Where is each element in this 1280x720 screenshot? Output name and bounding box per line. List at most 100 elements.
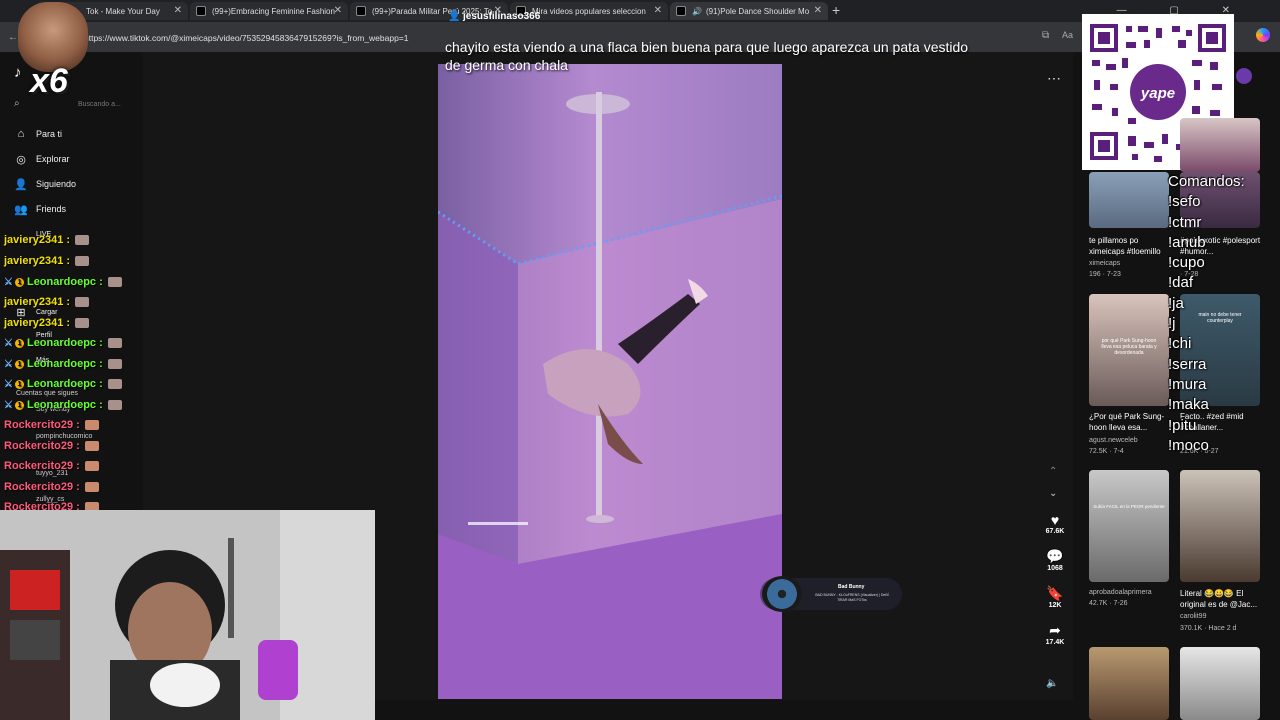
chat-message: Rockercito29 : [4, 460, 99, 472]
video-caption[interactable]: ¿Por qué Park Sung-hoon lleva esa... [1089, 411, 1175, 433]
subscriber-badge-icon: 1 [14, 277, 24, 287]
sword-badge-icon: ⚔ [4, 399, 13, 411]
tiktok-favicon-icon [356, 6, 366, 16]
emote-icon [75, 235, 90, 245]
sword-badge-icon: ⚔ [4, 337, 13, 349]
save-button[interactable]: 🔖 12K [1040, 585, 1070, 609]
chat-message: ⚔ 1 Leonardoepc : [4, 276, 122, 288]
volume-icon[interactable]: 🔈 [1046, 678, 1058, 689]
stream-overlay-text: chayito esta viendo a una flaca bien bue… [445, 39, 969, 73]
comment-button[interactable]: 💬 1068 [1040, 548, 1070, 572]
multiplier-badge: x6 [30, 62, 68, 100]
close-tab-icon[interactable]: ✕ [814, 5, 822, 16]
chat-message: Rockercito29 : [4, 419, 99, 431]
video-thumbnail[interactable] [1089, 647, 1169, 720]
chat-message: javiery2341 : [4, 234, 90, 246]
video-thumbnail[interactable] [1180, 647, 1260, 720]
subscriber-badge-icon: 1 [14, 400, 24, 410]
sidebar-item-siguiendo[interactable]: 👤 Siguiendo [14, 178, 76, 191]
speaker-icon: 🔊 [692, 6, 702, 16]
chevron-down-icon[interactable]: ⌄ [1049, 488, 1057, 499]
video-caption[interactable]: te pillamos po ximeicaps #tloemillo [1089, 235, 1175, 257]
chat-message: Rockercito29 : [4, 440, 99, 452]
streamer-webcam [0, 510, 375, 720]
home-icon: ⌂ [17, 128, 25, 140]
search-placeholder[interactable]: Buscando a... [78, 101, 121, 108]
user-icon: 👤 [448, 11, 461, 22]
subscriber-badge-icon: 1 [14, 338, 24, 348]
video-stats: 42.7K · 7-26 [1089, 600, 1128, 607]
close-tab-icon[interactable]: ✕ [334, 5, 342, 16]
friends-icon: 👥 [14, 203, 28, 216]
video-thumbnail[interactable]: Subía FACIL en la PEOR pendiente [1089, 470, 1169, 582]
emote-icon [75, 256, 90, 266]
sword-badge-icon: ⚔ [4, 276, 13, 288]
video-stats: 72.5K · 7-4 [1089, 448, 1124, 455]
new-tab-button[interactable]: + [832, 2, 840, 18]
share-icon: ➦ [1049, 622, 1061, 638]
emote-icon [107, 277, 122, 287]
back-icon[interactable]: ← [8, 32, 18, 43]
close-tab-icon[interactable]: ✕ [174, 5, 182, 16]
search-icon[interactable]: ⌕ [14, 98, 20, 109]
subscriber-badge-icon: 1 [14, 359, 24, 369]
video-author[interactable]: agust.newceleb [1089, 437, 1138, 444]
tiktok-logo-icon[interactable]: ♪ [14, 64, 22, 81]
chat-message: ⚔ 1 Leonardoepc : [4, 337, 122, 349]
chevron-up-icon[interactable]: ⌃ [1049, 466, 1057, 477]
music-title: Bad Bunny [838, 584, 865, 590]
sword-badge-icon: ⚔ [4, 358, 13, 370]
browser-tab[interactable]: (99+)Embracing Feminine Fashion ✕ [190, 2, 348, 20]
emote-icon [107, 359, 122, 369]
chat-message: ⚔ 1 Leonardoepc : [4, 378, 122, 390]
split-screen-icon[interactable]: ⧉ [1042, 30, 1049, 41]
emote-icon [107, 338, 122, 348]
share-button[interactable]: ➦ 17.4K [1040, 622, 1070, 646]
commands-overlay: Comandos: !sefo !ctmr !anub !cupo !daf !… [1168, 173, 1245, 454]
more-options-icon[interactable]: ⋯ [1047, 70, 1061, 87]
bookmark-icon: 🔖 [1046, 585, 1064, 601]
sidebar-item-friends[interactable]: 👥 Friends [14, 203, 66, 216]
sidebar-item-explorar[interactable]: ◎ Explorar [15, 153, 69, 166]
emote-icon [84, 420, 99, 430]
like-button[interactable]: ♥ 67.6K [1040, 512, 1070, 535]
streamer-name: jesusfilinaso366 [463, 11, 541, 22]
following-header: Cuentas que sigues [16, 390, 78, 397]
emote-icon [75, 297, 90, 307]
video-author[interactable]: carolit99 [1180, 613, 1206, 620]
tiktok-favicon-icon [676, 6, 686, 16]
chat-message: javiery2341 : [4, 296, 90, 308]
video-author[interactable]: aprobadoalaprimera [1089, 589, 1152, 596]
copilot-icon[interactable] [1256, 28, 1270, 42]
following-account[interactable]: pompinchucomico [36, 433, 92, 440]
close-tab-icon[interactable]: ✕ [654, 5, 662, 16]
browser-tab-active[interactable]: 🔊 (91)Pole Dance Shoulder Mo ✕ [670, 2, 828, 20]
video-frame [438, 64, 782, 699]
sidebar-item-para-ti[interactable]: ⌂ Para ti [15, 128, 62, 140]
tiktok-favicon-icon [196, 6, 206, 16]
emote-icon [107, 400, 122, 410]
account-avatar[interactable] [1236, 68, 1252, 84]
video-author[interactable]: ximeicaps [1089, 260, 1120, 267]
compass-icon: ◎ [16, 153, 26, 166]
reader-icon[interactable]: Aa [1062, 30, 1073, 40]
comment-icon: 💬 [1046, 548, 1064, 564]
following-icon: 👤 [14, 178, 28, 191]
webcam-frame [0, 510, 375, 720]
yape-logo: yape [1140, 85, 1175, 102]
music-subtitle: BAD BUNNY - KLOuFRENS (Visualizer) | DeB… [815, 593, 889, 602]
music-disc-icon [762, 576, 802, 612]
chat-message: Rockercito29 : [4, 481, 99, 493]
url-text[interactable]: https://www.tiktok.com/@ximeicaps/video/… [84, 33, 409, 43]
sword-badge-icon: ⚔ [4, 378, 13, 390]
chat-message: javiery2341 : [4, 255, 90, 267]
video-player[interactable] [438, 64, 782, 699]
video-thumbnail[interactable] [1180, 470, 1260, 582]
video-thumbnail[interactable] [1089, 172, 1169, 228]
subscriber-badge-icon: 1 [14, 379, 24, 389]
heart-icon: ♥ [1050, 512, 1060, 528]
video-caption[interactable]: Literal 😂😀😂 El original es de @Jac... [1180, 588, 1266, 610]
video-thumbnail[interactable] [1180, 118, 1260, 172]
emote-icon [75, 318, 90, 328]
video-thumbnail[interactable]: por qué Park Sung-hoon lleva esa peluca … [1089, 294, 1169, 406]
